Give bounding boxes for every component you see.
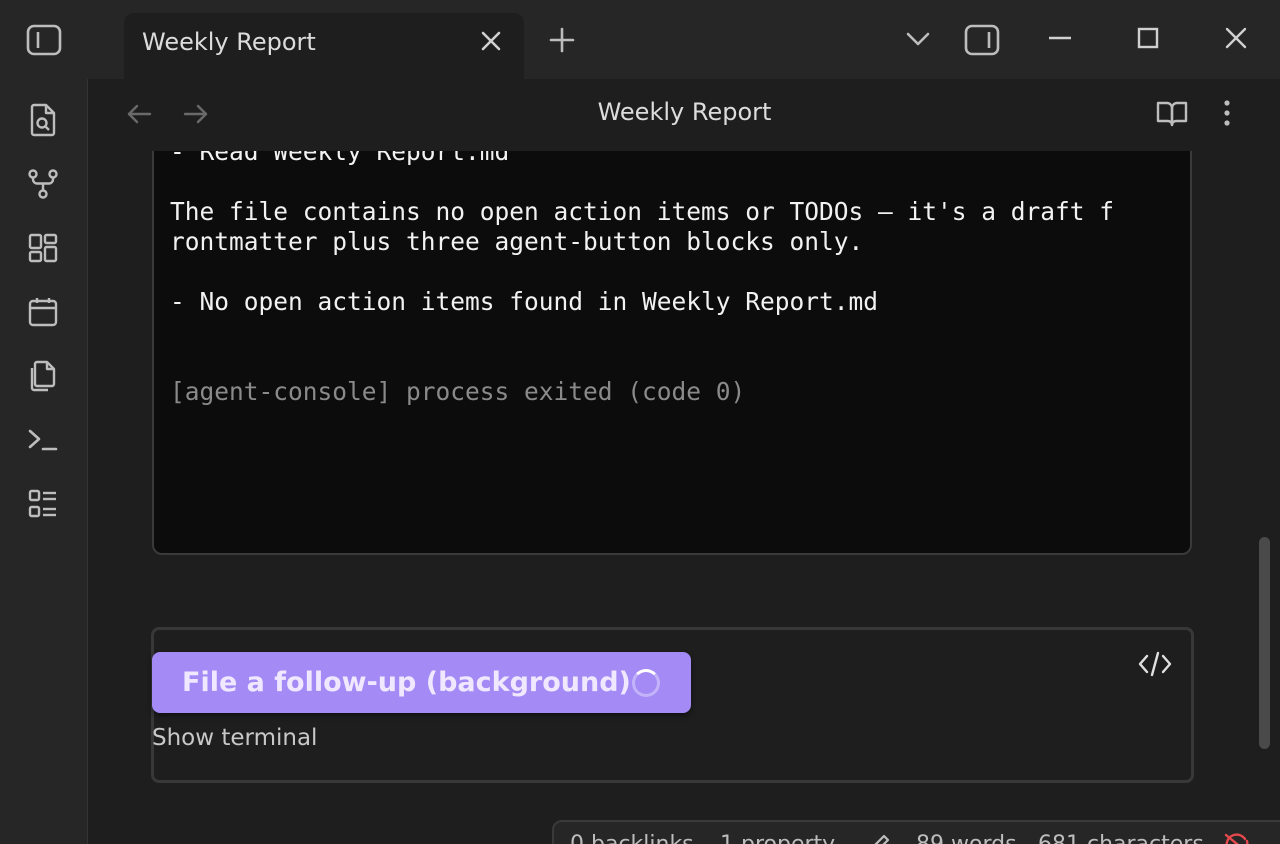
agent-button-block: File a follow-up (background) Show termi…	[151, 627, 1194, 783]
reading-view-book-icon[interactable]	[1155, 97, 1189, 129]
maximize-window-icon[interactable]	[1134, 24, 1162, 52]
edit-source-code-icon[interactable]	[1137, 649, 1173, 679]
loading-spinner-icon	[632, 669, 660, 697]
sync-error-icon[interactable]	[1222, 832, 1252, 844]
scrollbar-thumb[interactable]	[1259, 537, 1270, 749]
character-count: 681 characters	[1038, 832, 1204, 844]
new-tab-icon[interactable]	[548, 26, 576, 54]
tab-weekly-report[interactable]: Weekly Report	[124, 13, 524, 79]
terminal-line: The file contains no open action items o…	[170, 197, 1115, 226]
backlinks-count[interactable]: 0 backlinks	[570, 832, 694, 844]
copy-files-icon[interactable]	[26, 359, 60, 393]
file-search-icon[interactable]	[26, 103, 60, 137]
minimize-window-icon[interactable]	[1046, 28, 1074, 48]
tab-list-chevron-down-icon[interactable]	[904, 28, 932, 50]
status-bar: 0 backlinks 1 property 89 words 681 char…	[552, 820, 1280, 844]
properties-count[interactable]: 1 property	[720, 832, 835, 844]
tab-title: Weekly Report	[142, 28, 316, 56]
more-options-icon[interactable]	[1215, 97, 1239, 129]
toggle-left-sidebar-icon[interactable]	[24, 22, 64, 58]
pencil-edit-icon[interactable]	[868, 832, 892, 844]
terminal-icon[interactable]	[26, 423, 60, 457]
calendar-icon[interactable]	[26, 295, 60, 329]
terminal-output: - Read Weekly Report.md The file contain…	[152, 151, 1192, 555]
terminal-line: rontmatter plus three agent-button block…	[170, 227, 864, 256]
terminal-exit-line: [agent-console] process exited (code 0)	[170, 377, 746, 406]
outline-list-icon[interactable]	[26, 487, 60, 521]
close-window-icon[interactable]	[1222, 24, 1250, 52]
close-tab-icon[interactable]	[479, 29, 503, 53]
title-bar: Weekly Report	[0, 0, 1280, 79]
graph-view-icon[interactable]	[26, 167, 60, 201]
editor-content: - Read Weekly Report.md The file contain…	[89, 151, 1280, 844]
view-header: Weekly Report	[89, 79, 1280, 151]
view-title: Weekly Report	[597, 98, 772, 126]
file-follow-up-button[interactable]: File a follow-up (background)	[152, 652, 691, 713]
terminal-line: - Read Weekly Report.md	[170, 151, 510, 166]
show-terminal-link[interactable]: Show terminal	[152, 725, 317, 751]
toggle-right-sidebar-icon[interactable]	[962, 22, 1002, 58]
word-count: 89 words	[916, 832, 1017, 844]
terminal-line: - No open action items found in Weekly R…	[170, 287, 879, 316]
left-ribbon	[0, 79, 88, 844]
dashboard-icon[interactable]	[26, 231, 60, 265]
file-follow-up-button-label: File a follow-up (background)	[182, 667, 631, 698]
